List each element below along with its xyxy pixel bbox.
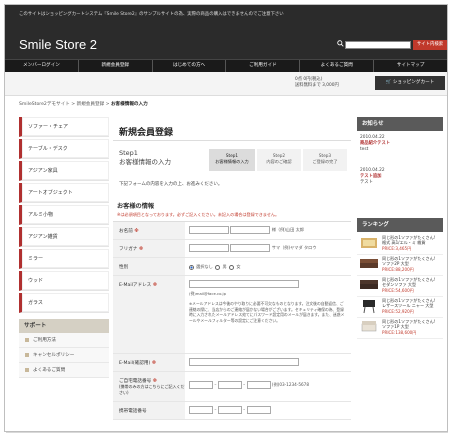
- mobile-3-input[interactable]: [246, 406, 271, 414]
- category-item[interactable]: アルミ小物: [19, 205, 109, 225]
- category-item[interactable]: アジアン雑貨: [19, 227, 109, 247]
- gender-label: 性別: [113, 258, 185, 275]
- ranking-item[interactable]: 同じ形の1ソファがたくさん! セダンソファ 大型 PRICE:54,600円: [357, 276, 443, 298]
- mobile-label: 携帯電話番号: [113, 402, 185, 419]
- tel-2-input[interactable]: [217, 381, 242, 389]
- nav-faq[interactable]: よくあるご質問: [300, 60, 375, 72]
- support-item-cancel[interactable]: キャンセルポリシー: [19, 348, 109, 363]
- breadcrumb-current: お客様情報の入力: [110, 102, 148, 107]
- ranking-list: 同じ形の1ソファがたくさん! 格式 高1/エル・ミ 雑貨 PRICE:3,465円 …: [357, 234, 443, 340]
- nav-first-time[interactable]: はじめての方へ: [153, 60, 227, 72]
- tel-1-input[interactable]: [189, 381, 213, 389]
- required-note: ※は必須項目となっております。必ずご記入ください。未記入の場合は登録できません。: [117, 212, 280, 217]
- support-heading: サポート: [19, 319, 109, 333]
- nav-sitemap[interactable]: サイトマップ: [374, 60, 447, 72]
- step-indicator: Step1 お客様情報の入力 Step1 お客様情報の入力 Step2 内容のご確認…: [113, 147, 351, 177]
- category-item[interactable]: ウッド: [19, 271, 109, 291]
- search-input[interactable]: [345, 41, 411, 49]
- news-heading: お知らせ: [357, 117, 443, 131]
- form-row-email-confirm: E-Mail(確認用) ※: [113, 354, 351, 372]
- mobile-1-input[interactable]: [189, 406, 213, 414]
- email-input[interactable]: [189, 280, 299, 288]
- kana-label: フリガナ ※: [113, 240, 185, 257]
- category-item[interactable]: ミラー: [19, 249, 109, 269]
- notice-text: このサイトはショッピングカートシステム『Smile Store2』のサンプルサイ…: [19, 12, 284, 17]
- main-content: 新規会員登録 Step1 お客様情報の入力 Step1 お客様情報の入力 Step…: [113, 117, 351, 420]
- ranking-item[interactable]: 同じ形の1ソファがたくさん! ソファ1P 大型 PRICE:138,600円: [357, 318, 443, 340]
- intro-text: 下記フォームの内容を入力の上、お進みください。: [119, 182, 223, 187]
- category-item[interactable]: テーブル・デスク: [19, 139, 109, 159]
- product-thumbnail: [360, 280, 378, 290]
- last-kana-input[interactable]: [189, 244, 229, 252]
- shopping-cart-button[interactable]: 🛒 ショッピングカート: [375, 76, 445, 90]
- gender-female-radio[interactable]: [229, 264, 235, 270]
- product-thumbnail: [361, 238, 377, 249]
- registration-form: お名前 ※ 様（例)山田 太郎 フリガナ ※ サマ（例)ヤマダ タロウ 性別 選…: [113, 221, 351, 420]
- step-3: Step3 ご登録の完了: [303, 149, 347, 171]
- bullet-icon: [25, 367, 29, 372]
- last-name-input[interactable]: [189, 226, 229, 234]
- current-step: Step1 お客様情報の入力: [119, 149, 171, 166]
- site-header: このサイトはショッピングカートシステム『Smile Store2』のサンプルサイ…: [5, 5, 447, 59]
- ranking-item[interactable]: 同じ形の1ソファがたくさん! ソファ2P 大型 PRICE:88,200円: [357, 255, 443, 277]
- category-item[interactable]: ソファー・チェア: [19, 117, 109, 137]
- product-thumbnail: [360, 259, 378, 269]
- search-icon: [337, 40, 344, 47]
- category-item[interactable]: アートオブジェクト: [19, 183, 109, 203]
- form-row-tel: ご自宅電話番号 ※ (携帯のみの方はこちらにご記入ください) – – (例)03-…: [113, 372, 351, 402]
- first-name-input[interactable]: [230, 226, 271, 234]
- breadcrumb: SmileStore2デモサイト > 新規会員登録 > お客様情報の入力: [19, 102, 148, 107]
- ranking-item[interactable]: 同じ形の1ソファがたくさん! レザースツール ニャー 大型 PRICE:52,920…: [357, 297, 443, 319]
- bullet-icon: [25, 352, 29, 357]
- breadcrumb-registration[interactable]: 新規会員登録: [77, 102, 105, 107]
- email-help-text: ※メールアドレスは今後のやり取りに必要不可欠なものとなります。注文後の自動返信、…: [189, 301, 345, 323]
- cart-icon: 🛒: [385, 80, 393, 85]
- news-list: 2010.04.22 商品紹介テスト test 2010.04.22 テスト追加…: [357, 131, 443, 190]
- right-sidebar: お知らせ 2010.04.22 商品紹介テスト test 2010.04.22 …: [357, 117, 443, 340]
- gender-male-radio[interactable]: [215, 264, 221, 270]
- form-row-name: お名前 ※ 様（例)山田 太郎: [113, 222, 351, 240]
- support-item-faq[interactable]: よくあるご質問: [19, 363, 109, 378]
- support-item-usage[interactable]: ご利用方法: [19, 333, 109, 348]
- nav-guide[interactable]: ご利用ガイド: [226, 60, 301, 72]
- global-nav: メンバーログイン 新規会員登録 はじめての方へ ご利用ガイド よくあるご質問 サ…: [5, 59, 447, 72]
- cart-bar: 0点 0円(税込) 送料無料まで 3,000円 🛒 ショッピングカート: [5, 72, 447, 96]
- email-label: E-Mailアドレス ※: [113, 276, 185, 353]
- cart-summary: 0点 0円(税込) 送料無料まで 3,000円: [295, 77, 339, 89]
- email-confirm-label: E-Mail(確認用) ※: [113, 354, 185, 371]
- product-thumbnail: [363, 300, 375, 314]
- left-sidebar: ソファー・チェア テーブル・デスク アジアン家具 アートオブジェクト アルミ小物…: [19, 117, 109, 378]
- section-title: お客様の情報: [117, 203, 155, 210]
- form-row-mobile: 携帯電話番号 – –: [113, 402, 351, 420]
- email-confirm-input[interactable]: [189, 358, 299, 366]
- free-shipping-text: 送料無料まで 3,000円: [295, 83, 339, 88]
- page-title: 新規会員登録: [113, 117, 351, 141]
- tel-label: ご自宅電話番号 ※ (携帯のみの方はこちらにご記入ください): [113, 372, 185, 401]
- form-row-kana: フリガナ ※ サマ（例)ヤマダ タロウ: [113, 240, 351, 258]
- category-item[interactable]: アジアン家具: [19, 161, 109, 181]
- gender-none-radio[interactable]: [189, 264, 194, 270]
- bullet-icon: [25, 337, 29, 342]
- ranking-item[interactable]: 同じ形の1ソファがたくさん! 格式 高1/エル・ミ 雑貨 PRICE:3,465円: [357, 234, 443, 256]
- breadcrumb-home[interactable]: SmileStore2デモサイト: [19, 102, 70, 107]
- search-button[interactable]: サイト内検索: [413, 40, 447, 50]
- nav-new-registration[interactable]: 新規会員登録: [79, 60, 153, 72]
- ranking-heading: ランキング: [357, 218, 443, 233]
- nav-member-login[interactable]: メンバーログイン: [5, 60, 79, 72]
- form-row-gender: 性別 選択なし 男 女: [113, 258, 351, 276]
- step-2: Step2 内容のご確認: [257, 149, 301, 171]
- first-kana-input[interactable]: [230, 244, 271, 252]
- browser-frame: このサイトはショッピングカートシステム『Smile Store2』のサンプルサイ…: [4, 4, 448, 432]
- step-1: Step1 お客様情報の入力: [209, 149, 255, 171]
- form-row-email: E-Mailアドレス ※ (例)mail@face.co.jp ※メールアドレス…: [113, 276, 351, 354]
- mobile-2-input[interactable]: [217, 406, 242, 414]
- tel-3-input[interactable]: [246, 381, 271, 389]
- product-thumbnail: [361, 321, 377, 332]
- name-label: お名前 ※: [113, 222, 185, 239]
- category-item[interactable]: ガラス: [19, 293, 109, 313]
- store-logo[interactable]: Smile Store 2: [19, 37, 97, 52]
